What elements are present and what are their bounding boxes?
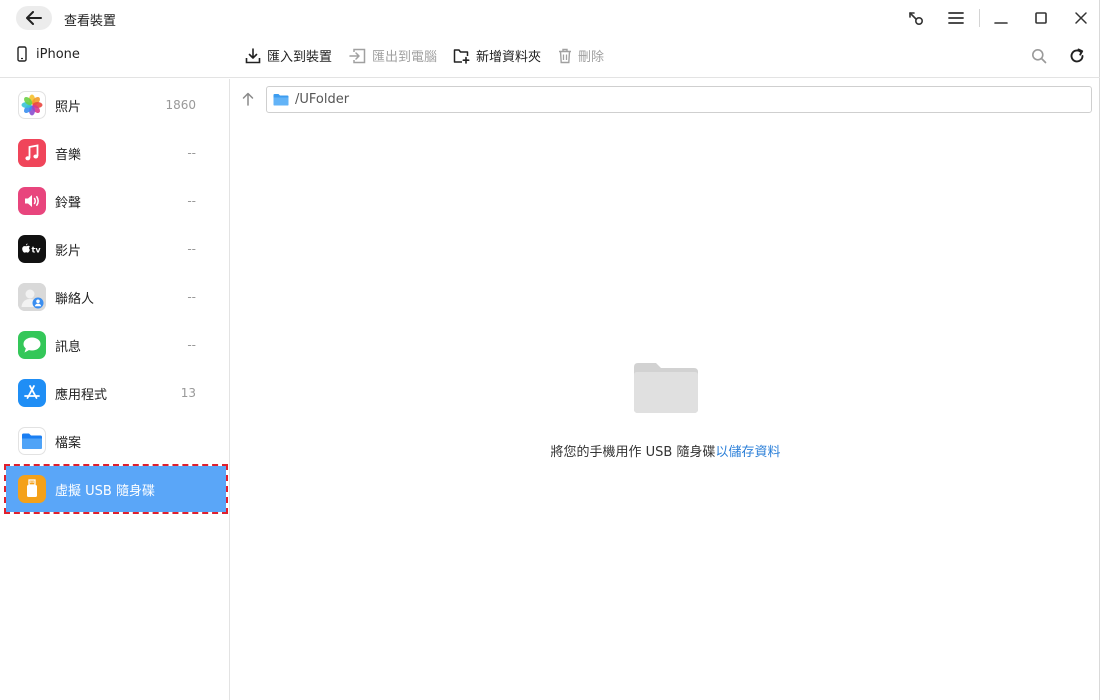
maximize-icon xyxy=(1035,12,1047,24)
sidebar-item-label: 照片 xyxy=(55,99,82,115)
title-bar: 查看裝置 xyxy=(0,0,1100,36)
sidebar-item-contacts[interactable]: 聯絡人 -- xyxy=(6,274,226,320)
sidebar-item-label: 音樂 xyxy=(55,147,82,163)
folder-icon xyxy=(273,94,289,106)
music-icon xyxy=(18,139,46,167)
close-button[interactable] xyxy=(1071,8,1091,28)
sidebar-item-count: 1860 xyxy=(165,98,196,112)
path-text: /UFolder xyxy=(295,92,350,107)
sidebar-item-music[interactable]: 音樂 -- xyxy=(6,130,226,176)
new-folder-icon xyxy=(453,48,470,64)
sidebar-item-ringtones[interactable]: 鈴聲 -- xyxy=(6,178,226,224)
menu-icon xyxy=(948,12,964,24)
delete-button[interactable]: 刪除 xyxy=(558,46,604,65)
export-label: 匯出到電腦 xyxy=(372,50,438,65)
search-button[interactable] xyxy=(1029,46,1049,66)
device-name: iPhone xyxy=(36,46,80,62)
minimize-icon xyxy=(994,22,1008,24)
close-icon xyxy=(1075,12,1087,24)
export-icon xyxy=(349,48,366,63)
back-button[interactable] xyxy=(16,6,52,30)
back-arrow-icon xyxy=(26,11,42,25)
sidebar-item-label: 鈴聲 xyxy=(55,195,82,211)
main-panel: /UFolder 將您的手機用作 USB 隨身碟以儲存資料 xyxy=(231,79,1100,700)
toolbar: iPhone 匯入到裝置 匯出到電腦 新增資料夾 刪除 xyxy=(0,36,1100,78)
menu-button[interactable] xyxy=(946,8,966,28)
phone-icon xyxy=(17,46,27,62)
empty-folder-icon xyxy=(633,361,698,417)
photos-icon xyxy=(18,91,46,119)
import-label: 匯入到裝置 xyxy=(267,50,333,65)
sidebar-item-label: 聯絡人 xyxy=(55,291,95,307)
sidebar-item-photos[interactable]: 照片 1860 xyxy=(6,82,226,128)
files-icon xyxy=(18,427,46,455)
sidebar-item-count: 13 xyxy=(180,386,196,400)
new-folder-button[interactable]: 新增資料夾 xyxy=(453,46,541,65)
app-window: 查看裝置 iPhone 匯入到裝置 匯出到電腦 新增資料夾 刪除 照片 1860… xyxy=(0,0,1100,700)
sidebar-item-files[interactable]: 檔案 xyxy=(6,418,226,464)
connect-button[interactable] xyxy=(906,8,926,28)
trash-icon xyxy=(559,48,571,63)
sidebar-item-label: 訊息 xyxy=(55,339,82,355)
refresh-button[interactable] xyxy=(1067,46,1087,66)
messages-icon xyxy=(18,331,46,359)
window-title: 查看裝置 xyxy=(64,14,117,29)
import-to-device-button[interactable]: 匯入到裝置 xyxy=(245,46,332,65)
sidebar-item-count: -- xyxy=(187,290,196,304)
search-icon xyxy=(1032,49,1047,64)
empty-message: 將您的手機用作 USB 隨身碟以儲存資料 xyxy=(231,441,1100,460)
sidebar-item-label: 檔案 xyxy=(55,435,82,451)
sidebar: 照片 1860 音樂 -- 鈴聲 -- tv 影片 -- 聯絡人 -- 訊息 -… xyxy=(0,79,230,700)
sidebar-item-label: 影片 xyxy=(55,243,82,259)
delete-label: 刪除 xyxy=(578,50,605,65)
up-directory-button[interactable] xyxy=(239,90,257,108)
path-field[interactable]: /UFolder xyxy=(266,86,1092,113)
refresh-icon xyxy=(1070,48,1084,63)
sidebar-item-apps[interactable]: 應用程式 13 xyxy=(6,370,226,416)
sidebar-item-count: -- xyxy=(187,338,196,352)
export-to-pc-button[interactable]: 匯出到電腦 xyxy=(349,46,437,65)
sidebar-item-count: -- xyxy=(187,146,196,160)
sidebar-item-virtual-usb[interactable]: 虛擬 USB 隨身碟 xyxy=(4,464,228,514)
sidebar-item-count: -- xyxy=(187,242,196,256)
sidebar-item-messages[interactable]: 訊息 -- xyxy=(6,322,226,368)
store-data-link[interactable]: 以儲存資料 xyxy=(715,445,780,460)
import-icon xyxy=(245,47,261,63)
ringtone-icon xyxy=(18,187,46,215)
device-selector[interactable]: iPhone xyxy=(16,46,80,62)
usb-drive-icon xyxy=(18,475,46,503)
empty-state: 將您的手機用作 USB 隨身碟以儲存資料 xyxy=(231,361,1100,460)
sidebar-item-label: 虛擬 USB 隨身碟 xyxy=(55,483,155,499)
sidebar-item-label: 應用程式 xyxy=(55,387,108,403)
sidebar-item-count: -- xyxy=(187,194,196,208)
arrow-up-icon xyxy=(242,92,254,106)
tv-icon: tv xyxy=(18,235,46,263)
svg-text:tv: tv xyxy=(32,246,42,255)
connect-icon xyxy=(909,12,924,26)
titlebar-divider xyxy=(979,9,980,27)
sidebar-item-videos[interactable]: tv 影片 -- xyxy=(6,226,226,272)
new-folder-label: 新增資料夾 xyxy=(476,50,542,65)
empty-message-text: 將您的手機用作 USB 隨身碟 xyxy=(550,445,716,460)
minimize-button[interactable] xyxy=(991,8,1011,28)
appstore-icon xyxy=(18,379,46,407)
maximize-button[interactable] xyxy=(1031,8,1051,28)
contacts-icon xyxy=(18,283,46,311)
